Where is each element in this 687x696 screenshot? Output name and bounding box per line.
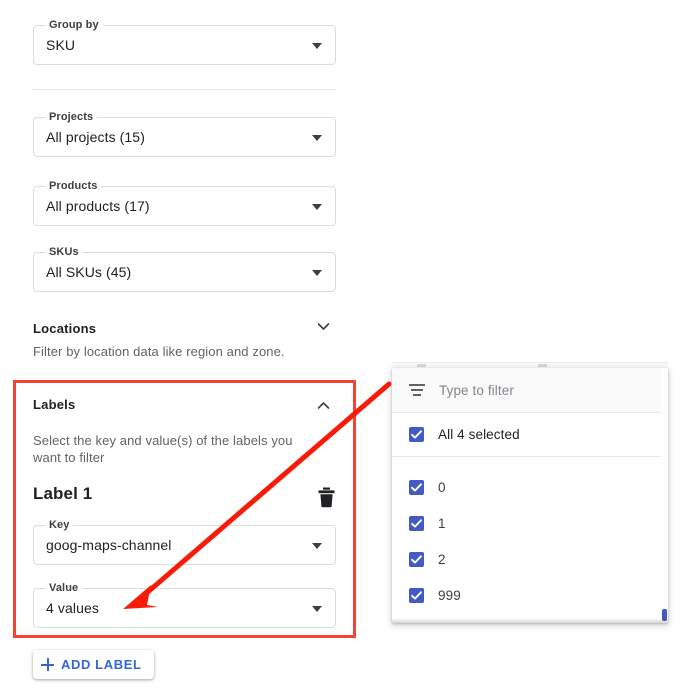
label-value-value: 4 values [46, 600, 99, 616]
dropdown-select-all-label: All 4 selected [438, 427, 520, 442]
trash-icon[interactable] [317, 487, 336, 508]
list-item[interactable]: 2 [392, 541, 668, 577]
chevron-up-icon[interactable] [316, 398, 331, 413]
caret-down-icon[interactable] [312, 606, 322, 612]
labels-section-description: Select the key and value(s) of the label… [33, 432, 323, 466]
label-value-legend: Value [45, 582, 82, 594]
dropdown-select-all-row[interactable]: All 4 selected [392, 413, 668, 457]
plus-icon [41, 658, 54, 671]
checkmark-icon[interactable] [409, 552, 424, 567]
dropdown-filter-input[interactable]: Type to filter [439, 383, 514, 398]
clipped-element-fragment [538, 364, 547, 367]
locations-section-title: Locations [33, 321, 96, 336]
label-entry-title: Label 1 [33, 484, 92, 504]
dropdown-list-spacer [392, 457, 668, 469]
products-value: All products (17) [46, 198, 150, 214]
projects-legend: Projects [45, 111, 97, 123]
value-options-dropdown[interactable]: Type to filter All 4 selected 0 1 2 999 [392, 368, 668, 623]
skus-legend: SKUs [45, 246, 83, 258]
label-key-select[interactable]: Key goog-maps-channel [33, 525, 336, 565]
projects-value: All projects (15) [46, 129, 145, 145]
group-by-value: SKU [46, 37, 75, 53]
label-key-legend: Key [45, 519, 73, 531]
checkmark-icon[interactable] [409, 516, 424, 531]
list-item-label: 1 [438, 516, 446, 531]
dropdown-bottom-shadow [392, 618, 668, 623]
label-key-value: goog-maps-channel [46, 537, 171, 553]
skus-value: All SKUs (45) [46, 264, 131, 280]
add-label-button[interactable]: ADD LABEL [33, 650, 154, 679]
caret-down-icon[interactable] [312, 543, 322, 549]
products-select[interactable]: Products All products (17) [33, 186, 336, 226]
labels-section-title: Labels [33, 397, 75, 412]
clipped-element-fragment [417, 364, 426, 367]
section-divider [33, 89, 336, 90]
products-legend: Products [45, 180, 101, 192]
checkmark-icon[interactable] [409, 588, 424, 603]
label-value-select[interactable]: Value 4 values [33, 588, 336, 628]
list-item-label: 0 [438, 480, 446, 495]
caret-down-icon[interactable] [312, 204, 322, 210]
vertical-scrollbar[interactable] [661, 368, 668, 623]
caret-down-icon[interactable] [312, 135, 322, 141]
group-by-legend: Group by [45, 19, 103, 31]
list-item[interactable]: 999 [392, 577, 668, 613]
dropdown-filter-row[interactable]: Type to filter [392, 368, 668, 413]
list-item[interactable]: 0 [392, 469, 668, 505]
list-item-label: 2 [438, 552, 446, 567]
projects-select[interactable]: Projects All projects (15) [33, 117, 336, 157]
group-by-select[interactable]: Group by SKU [33, 25, 336, 65]
caret-down-icon[interactable] [312, 43, 322, 49]
chevron-down-icon[interactable] [316, 319, 331, 334]
caret-down-icon[interactable] [312, 270, 322, 276]
checkmark-icon[interactable] [409, 480, 424, 495]
list-item[interactable]: 1 [392, 505, 668, 541]
filter-funnel-icon [409, 383, 425, 397]
add-label-button-label: ADD LABEL [61, 657, 142, 672]
locations-section-description: Filter by location data like region and … [33, 343, 333, 360]
list-item-label: 999 [438, 588, 461, 603]
skus-select[interactable]: SKUs All SKUs (45) [33, 252, 336, 292]
filter-panel: Group by SKU Projects All projects (15) … [0, 0, 372, 696]
checkmark-icon[interactable] [409, 427, 424, 442]
